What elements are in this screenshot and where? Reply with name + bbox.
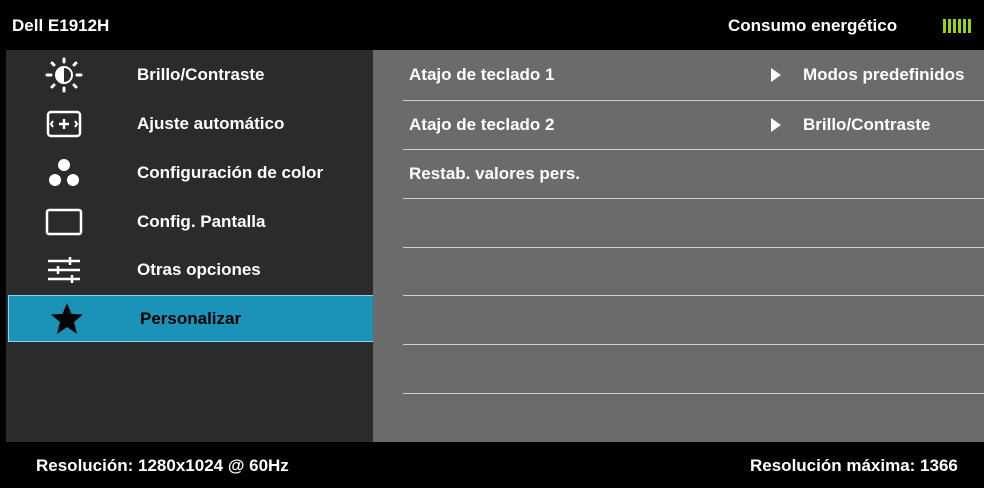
menu-item-label: Config. Pantalla	[137, 212, 266, 231]
row-divider	[403, 393, 984, 394]
submenu-row-label: Restab. valores pers.	[409, 164, 581, 183]
menu-item-personalize[interactable]: Personalizar	[8, 295, 374, 342]
energy-bar	[963, 19, 966, 33]
header-bar: Dell E1912H Consumo energético	[6, 0, 984, 50]
play-arrow-icon	[771, 118, 781, 132]
menu-item-brightness-contrast[interactable]: Brillo/Contraste	[6, 51, 373, 99]
menu-item-display-settings[interactable]: Config. Pantalla	[6, 198, 373, 246]
row-divider	[403, 198, 984, 199]
menu-item-label: Otras opciones	[137, 260, 261, 279]
submenu-row-shortcut-key-1[interactable]: Atajo de teclado 1 Modos predefinidos	[403, 51, 984, 99]
submenu-row-value: Brillo/Contraste	[803, 115, 931, 134]
menu-item-auto-adjust[interactable]: Ajuste automático	[6, 100, 373, 148]
display-settings-icon	[45, 208, 83, 236]
auto-adjust-icon	[46, 110, 82, 138]
other-settings-icon	[48, 257, 80, 283]
submenu-row-value: Modos predefinidos	[803, 65, 965, 84]
row-divider	[403, 247, 984, 248]
row-divider	[403, 344, 984, 345]
submenu-row-label: Atajo de teclado 2	[409, 115, 555, 134]
energy-consumption-label: Consumo energético	[728, 16, 898, 35]
menu-item-label: Configuración de color	[137, 163, 324, 182]
menu-item-other-settings[interactable]: Otras opciones	[6, 246, 373, 294]
energy-bar	[948, 19, 951, 33]
energy-bar	[953, 19, 956, 33]
row-divider	[403, 295, 984, 296]
menu-item-label: Personalizar	[140, 308, 242, 328]
current-resolution: Resolución: 1280x1024 @ 60Hz	[36, 456, 289, 475]
menu-item-color-settings[interactable]: Configuración de color	[6, 149, 373, 197]
energy-meter	[943, 19, 971, 33]
menu-item-label: Ajuste automático	[137, 114, 285, 133]
main-menu-sidebar: Brillo/Contraste Ajuste automático Confi…	[6, 50, 374, 442]
play-arrow-icon	[771, 68, 781, 82]
max-resolution: Resolución máxima: 1366	[750, 456, 958, 475]
submenu-panel: Atajo de teclado 1 Modos predefinidos At…	[373, 50, 984, 442]
brightness-icon	[45, 57, 83, 93]
star-icon	[51, 302, 83, 334]
osd-menu: Dell E1912H Consumo energético Brillo/Co…	[0, 0, 995, 488]
menu-item-label: Brillo/Contraste	[137, 65, 265, 84]
submenu-row-label: Atajo de teclado 1	[409, 65, 555, 84]
energy-bar	[968, 19, 971, 33]
submenu-row-shortcut-key-2[interactable]: Atajo de teclado 2 Brillo/Contraste	[403, 101, 984, 149]
energy-bar	[943, 19, 946, 33]
status-footer: Resolución: 1280x1024 @ 60Hz Resolución …	[6, 442, 984, 488]
right-edge	[984, 0, 995, 488]
color-settings-icon	[49, 159, 79, 186]
energy-bar	[958, 19, 961, 33]
submenu-row-reset-personalization[interactable]: Restab. valores pers.	[403, 150, 984, 198]
monitor-model-title: Dell E1912H	[12, 16, 110, 35]
